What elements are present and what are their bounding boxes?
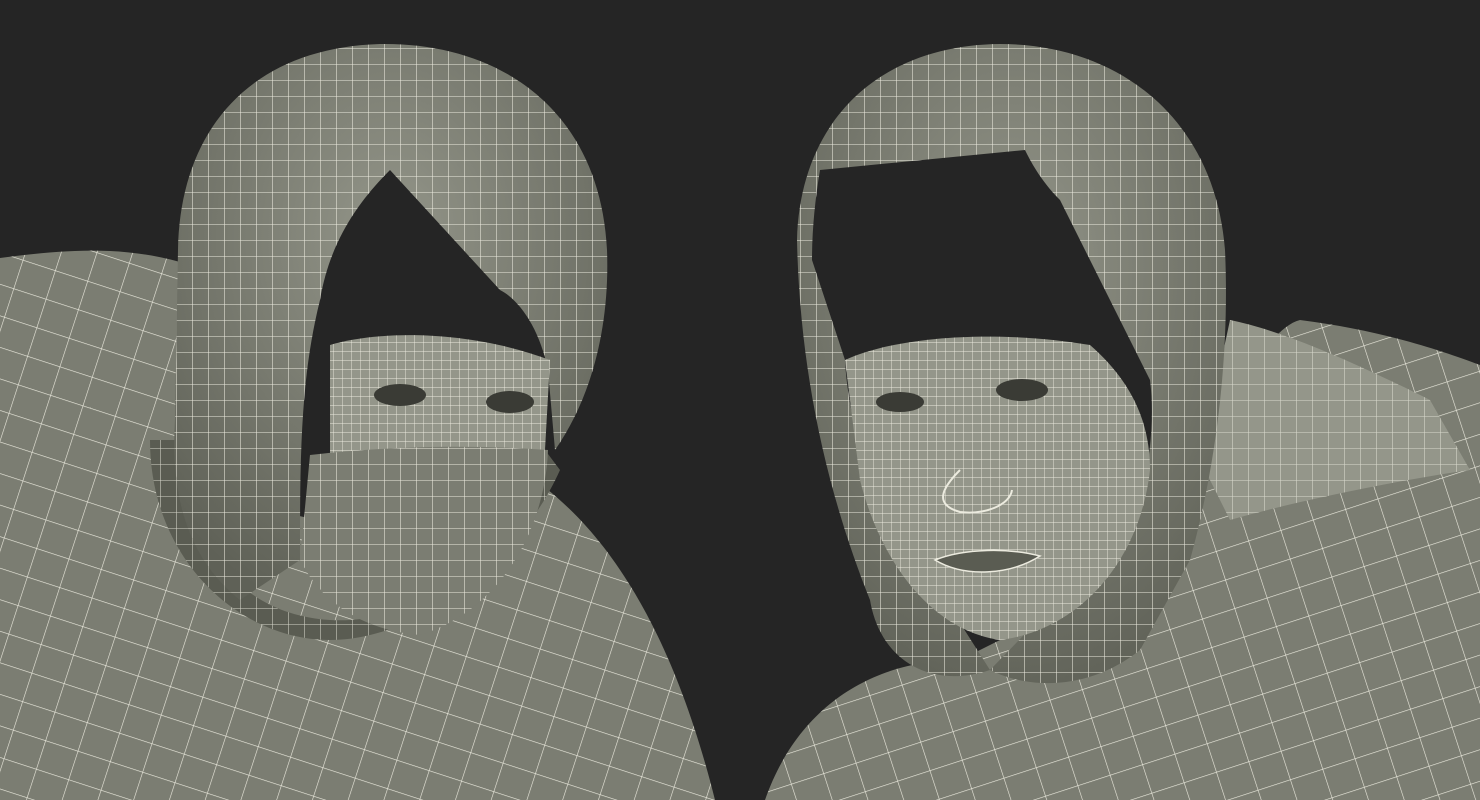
masked-figure-face bbox=[330, 335, 550, 459]
left-eye-icon bbox=[374, 384, 426, 406]
render-viewport bbox=[0, 0, 1480, 800]
left-eye-icon bbox=[876, 392, 924, 412]
right-eye-icon bbox=[486, 391, 534, 413]
right-eye-icon bbox=[996, 379, 1048, 401]
wireframe-render bbox=[0, 0, 1480, 800]
